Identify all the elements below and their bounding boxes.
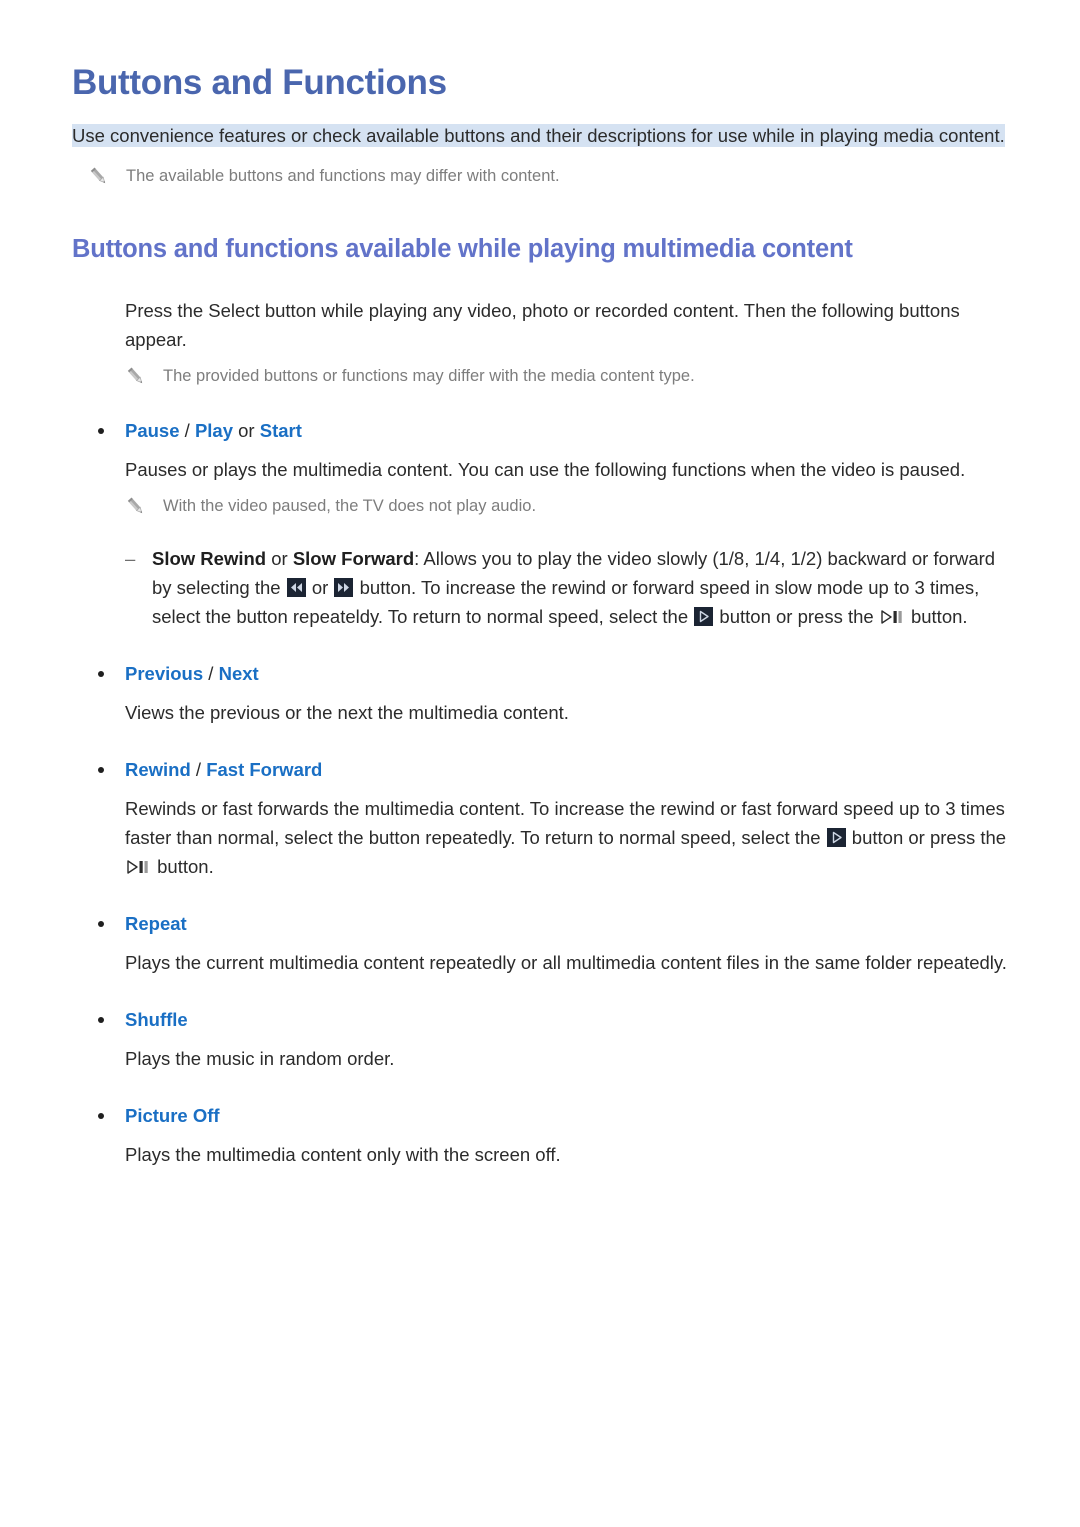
lead-highlight: Use convenience features or check availa… (72, 124, 1005, 148)
bullet-body: Pauses or plays the multimedia content. … (125, 459, 966, 481)
bullet-term: Picture Off (125, 1105, 220, 1127)
sub-item-slow-rewind-forward: Slow Rewind or Slow Forward: Allows you … (125, 544, 1010, 631)
bullet-body: Plays the music in random order. (125, 1048, 395, 1070)
bullet-body-text: button. (152, 856, 214, 878)
sub-item-term-b: Slow Forward (292, 548, 415, 570)
lead-paragraph: Use convenience features or check availa… (72, 121, 1007, 150)
sub-item-text: button or press the (714, 606, 879, 628)
sub-item-or: or (266, 548, 293, 570)
bullet-separator: or (233, 420, 260, 442)
bullet-term: Start (259, 420, 302, 442)
bullet-body: Plays the multimedia content only with t… (125, 1144, 561, 1166)
bullet-term: Play (194, 420, 233, 442)
bullet-separator: / (190, 759, 207, 781)
rewind-button-icon (286, 578, 306, 598)
pencil-icon (125, 496, 147, 518)
bullet-previous-next: Previous / Next Views the previous or th… (70, 661, 1010, 727)
sub-item-text: or (306, 577, 334, 599)
bullet-repeat: Repeat Plays the current multimedia cont… (70, 911, 1010, 977)
bullet-term: Rewind (125, 759, 191, 781)
page-title: Buttons and Functions (72, 63, 447, 102)
note-available-buttons: The available buttons and functions may … (88, 164, 1010, 188)
note-text: With the video paused, the TV does not p… (163, 497, 537, 516)
section-intro-paragraph: Press the Select button while playing an… (125, 300, 960, 351)
bullet-term: Shuffle (125, 1009, 188, 1031)
bullet-shuffle: Shuffle Plays the music in random order. (70, 1007, 1010, 1073)
bullet-body: Rewinds or fast forwards the multimedia … (125, 794, 1010, 881)
bullet-heading: Previous / Next (70, 661, 1010, 687)
bullet-term: Next (218, 663, 259, 685)
bullet-term: Fast Forward (206, 759, 323, 781)
bullet-body-text: button or press the (846, 827, 1007, 849)
play-button-icon (694, 607, 714, 627)
bullet-term: Previous (125, 663, 204, 685)
note-paused-audio: With the video paused, the TV does not p… (125, 494, 1010, 518)
document-page: Buttons and Functions Use convenience fe… (0, 0, 1080, 1527)
bullet-body: Views the previous or the next the multi… (125, 702, 569, 724)
sub-item-term-a: Slow Rewind (152, 548, 267, 570)
bullet-heading: Pause / Play or Start (70, 418, 1010, 444)
note-text: The available buttons and functions may … (126, 167, 560, 186)
pencil-icon (125, 366, 147, 388)
bullet-picture-off: Picture Off Plays the multimedia content… (70, 1103, 1010, 1169)
section-heading: Buttons and functions available while pl… (72, 235, 853, 264)
play-pause-button-icon (126, 858, 151, 876)
bullet-heading: Picture Off (70, 1103, 1010, 1129)
note-text: The provided buttons or functions may di… (163, 367, 695, 386)
bullet-body: Plays the current multimedia content rep… (125, 952, 1007, 974)
bullet-heading: Repeat (70, 911, 1010, 937)
bullet-separator: / (203, 663, 219, 685)
bullet-separator: / (179, 420, 195, 442)
bullet-rewind-fast-forward: Rewind / Fast Forward Rewinds or fast fo… (70, 757, 1010, 881)
note-provided-buttons: The provided buttons or functions may di… (125, 364, 1010, 388)
bullet-term: Pause (125, 420, 180, 442)
bullet-term: Repeat (125, 913, 187, 935)
bullet-pause-play-start: Pause / Play or Start Pauses or plays th… (70, 418, 1010, 631)
bullet-heading: Rewind / Fast Forward (70, 757, 1010, 783)
sub-item-text: button. (905, 606, 968, 628)
play-pause-button-icon (880, 608, 905, 626)
play-button-icon (826, 828, 846, 848)
bullet-heading: Shuffle (70, 1007, 1010, 1033)
fast-forward-button-icon (334, 578, 354, 598)
pencil-icon (88, 166, 110, 188)
